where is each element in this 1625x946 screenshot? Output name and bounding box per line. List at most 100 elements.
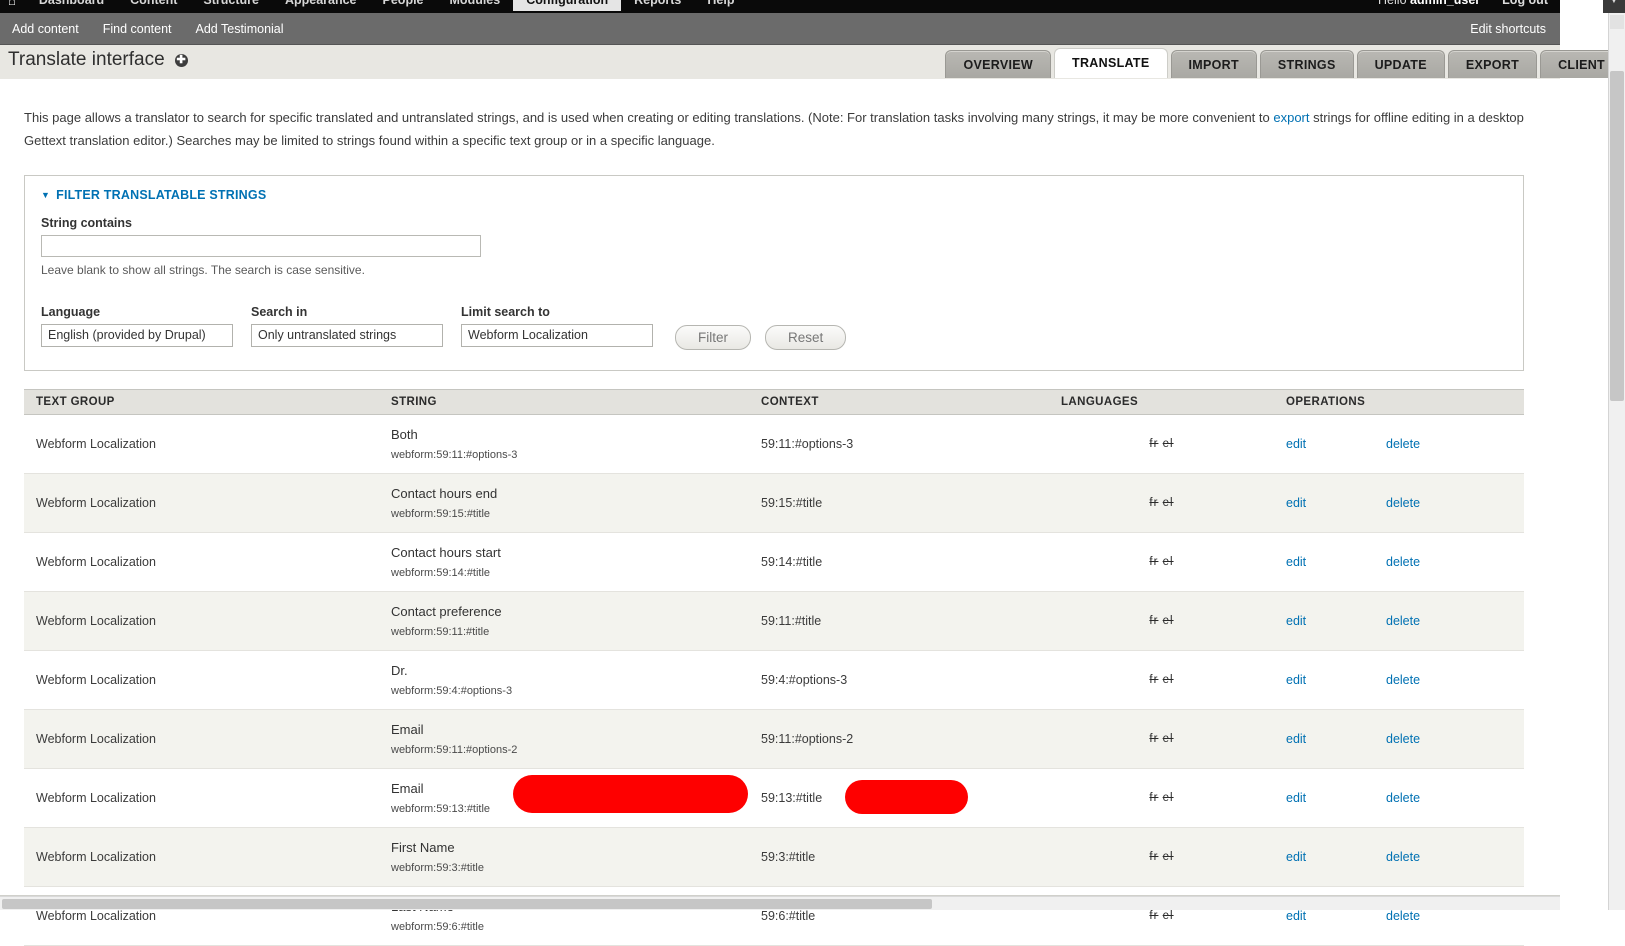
translations-table: TEXT GROUP STRING CONTEXT LANGUAGES OPER… [24, 388, 1524, 946]
table-row: Webform Localization Contact preference we… [24, 591, 1524, 651]
cell-context: 59:11:#options-3 [749, 414, 1049, 474]
string-text: Contact hours start [391, 544, 501, 560]
language-code-el: el [1162, 437, 1174, 450]
filter-legend-label: FILTER TRANSLATABLE STRINGS [56, 187, 267, 202]
edit-shortcuts-link[interactable]: Edit shortcuts [1470, 22, 1546, 36]
cell-text-group: Webform Localization [24, 414, 379, 474]
horizontal-scrollbar[interactable] [0, 896, 1560, 910]
export-link[interactable]: export [1273, 110, 1309, 125]
language-code-el: el [1162, 850, 1174, 863]
edit-link[interactable]: edit [1286, 555, 1386, 569]
cell-string: Contact hours end webform:59:15:#title [379, 473, 749, 533]
cell-string: Dr. webform:59:4:#options-3 [379, 650, 749, 710]
username: admin_user [1410, 0, 1481, 7]
cell-string: Contact preference webform:59:11:#title [379, 591, 749, 651]
table-body: Webform Localization Both webform:59:11:#o… [24, 414, 1524, 946]
column-header-text-group[interactable]: TEXT GROUP [24, 388, 379, 415]
vertical-scrollbar-thumb[interactable] [1610, 71, 1624, 401]
cell-context: 59:13:#title [749, 768, 1049, 828]
edit-link[interactable]: edit [1286, 791, 1386, 805]
column-header-languages[interactable]: LANGUAGES [1049, 388, 1274, 415]
menu-item-dashboard[interactable]: Dashboard [26, 0, 117, 11]
cell-languages: fr el [1049, 709, 1274, 769]
page-title: Translate interface ✚ [8, 49, 188, 71]
shortcut-add-testimonial[interactable]: Add Testimonial [184, 22, 296, 36]
cell-context: 59:4:#options-3 [749, 650, 1049, 710]
edit-link[interactable]: edit [1286, 496, 1386, 510]
menu-item-appearance[interactable]: Appearance [272, 0, 370, 11]
menu-item-people[interactable]: People [370, 0, 437, 11]
shortcut-add-content[interactable]: Add content [0, 22, 91, 36]
language-code-el: el [1162, 673, 1174, 686]
scroll-up-button[interactable] [1610, 15, 1624, 29]
delete-link[interactable]: delete [1386, 850, 1420, 864]
cell-operations: edit delete [1274, 768, 1524, 828]
table-row: Webform Localization First Name webform:59… [24, 827, 1524, 887]
edit-link[interactable]: edit [1286, 850, 1386, 864]
logout-link[interactable]: Log out [1502, 0, 1548, 7]
language-code-fr: fr [1149, 496, 1159, 509]
delete-link[interactable]: delete [1386, 496, 1420, 510]
horizontal-scrollbar-thumb[interactable] [2, 899, 932, 909]
filter-button[interactable]: Filter [675, 324, 751, 350]
column-header-operations[interactable]: OPERATIONS [1274, 388, 1524, 415]
limit-search-select[interactable]: Webform Localization [461, 323, 653, 347]
add-shortcut-icon[interactable]: ✚ [174, 53, 188, 67]
language-code-fr: fr [1149, 614, 1159, 627]
language-code-fr: fr [1149, 437, 1159, 450]
cell-context: 59:11:#options-2 [749, 709, 1049, 769]
delete-link[interactable]: delete [1386, 909, 1420, 923]
cell-languages: fr el [1049, 532, 1274, 592]
column-header-context[interactable]: CONTEXT [749, 388, 1049, 415]
edit-link[interactable]: edit [1286, 909, 1386, 923]
reset-button[interactable]: Reset [765, 324, 847, 350]
column-header-string[interactable]: STRING [379, 388, 749, 415]
tab-strings[interactable]: STRINGS [1259, 50, 1354, 78]
search-in-select[interactable]: Only untranslated strings [251, 323, 443, 347]
filter-legend[interactable]: ▼ FILTER TRANSLATABLE STRINGS [41, 188, 1507, 202]
caret-down-icon: ▼ [41, 189, 51, 200]
string-location: webform:59:4:#options-3 [391, 684, 513, 697]
delete-link[interactable]: delete [1386, 555, 1420, 569]
shortcut-find-content[interactable]: Find content [91, 22, 184, 36]
string-location: webform:59:3:#title [391, 861, 484, 874]
menu-item-help[interactable]: Help [694, 0, 747, 11]
delete-link[interactable]: delete [1386, 614, 1420, 628]
search-in-filter-group: Search in Only untranslated strings [251, 305, 443, 350]
toolbar-collapse-toggle[interactable]: ▼ [1603, 0, 1625, 13]
tab-export[interactable]: EXPORT [1447, 50, 1538, 78]
tab-import[interactable]: IMPORT [1170, 50, 1257, 78]
search-input[interactable] [41, 234, 481, 257]
string-text: Email [391, 780, 424, 796]
delete-link[interactable]: delete [1386, 437, 1420, 451]
language-select[interactable]: English (provided by Drupal) [41, 323, 233, 347]
cell-operations: edit delete [1274, 532, 1524, 592]
vertical-scrollbar[interactable] [1608, 13, 1625, 910]
tab-translate[interactable]: TRANSLATE [1054, 48, 1168, 78]
delete-link[interactable]: delete [1386, 673, 1420, 687]
menu-item-content[interactable]: Content [117, 0, 190, 11]
delete-link[interactable]: delete [1386, 791, 1420, 805]
string-location: webform:59:14:#title [391, 566, 491, 579]
cell-operations: edit delete [1274, 473, 1524, 533]
delete-link[interactable]: delete [1386, 732, 1420, 746]
edit-link[interactable]: edit [1286, 614, 1386, 628]
menu-item-reports[interactable]: Reports [621, 0, 694, 11]
string-location: webform:59:15:#title [391, 507, 491, 520]
menu-item-configuration[interactable]: Configuration [513, 0, 622, 11]
language-label: Language [41, 304, 101, 319]
home-icon[interactable]: ⌂ [8, 0, 16, 8]
edit-link[interactable]: edit [1286, 732, 1386, 746]
edit-link[interactable]: edit [1286, 437, 1386, 451]
cell-text-group: Webform Localization [24, 591, 379, 651]
menu-item-modules[interactable]: Modules [437, 0, 514, 11]
translations-table-wrapper: TEXT GROUP STRING CONTEXT LANGUAGES OPER… [24, 388, 1524, 946]
edit-link[interactable]: edit [1286, 673, 1386, 687]
menu-item-structure[interactable]: Structure [190, 0, 272, 11]
tab-update[interactable]: UPDATE [1356, 50, 1445, 78]
limit-search-label: Limit search to [461, 304, 550, 319]
tab-overview[interactable]: OVERVIEW [945, 50, 1052, 78]
cell-languages: fr el [1049, 591, 1274, 651]
language-code-el: el [1162, 496, 1174, 509]
toolbar-user-area: Hello admin_user Log out [1378, 0, 1548, 13]
